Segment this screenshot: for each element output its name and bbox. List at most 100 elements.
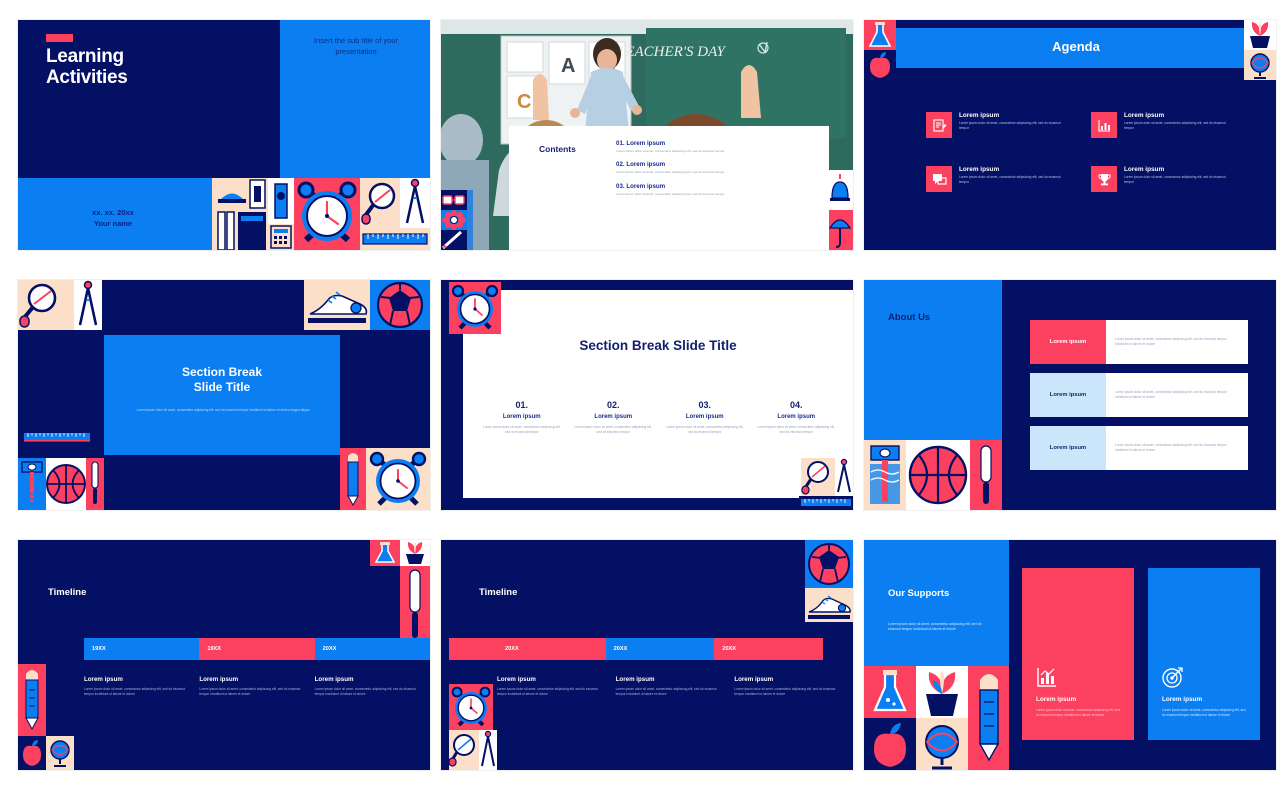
- column-label: Lorem ipsum: [502, 414, 541, 420]
- timeline-year[interactable]: 20XX: [314, 638, 430, 660]
- section-break-panel: [104, 335, 340, 455]
- timeline-column[interactable]: Lorem ipsum Lorem ipsum dolor sit amet, …: [315, 676, 430, 697]
- agenda-item-label: Lorem ipsum: [959, 112, 1000, 119]
- agenda-item-body: Lorem ipsum dolor sit amet, consectetur …: [959, 175, 1061, 184]
- compass-tile: [479, 730, 497, 770]
- svg-text:A: A: [561, 55, 575, 77]
- timeline-year[interactable]: 19XX: [199, 638, 315, 660]
- section-break-title: Section Break Slide Title: [181, 365, 263, 394]
- timeline-year[interactable]: 19XX: [84, 638, 200, 660]
- table-row[interactable]: Lorem ipsum Lorem ipsum dolor sit amet, …: [1030, 426, 1248, 470]
- plant-icon: [406, 542, 424, 564]
- compass-tile: [74, 280, 102, 330]
- umbrella-icon: [828, 219, 852, 248]
- bar-chart-icon: [1036, 666, 1058, 688]
- sharpener-tile: [268, 178, 294, 224]
- glasses-tile: [441, 190, 467, 210]
- column-number: 04.: [789, 400, 803, 410]
- ruler-strip: [22, 430, 92, 444]
- column-number: 03.: [698, 400, 711, 410]
- column-number: 02.: [606, 400, 620, 410]
- pencil-icon: [978, 674, 1000, 762]
- timeline-column-body: Lorem ipsum dolor sit amet, consectetur …: [615, 687, 717, 696]
- timeline-year[interactable]: 20XX: [449, 638, 606, 660]
- basketball-tile: [46, 458, 86, 510]
- table-row[interactable]: Lorem ipsum Lorem ipsum dolor sit amet, …: [1030, 320, 1248, 364]
- section-bottom-tiles: [18, 458, 104, 510]
- apple-icon: [23, 740, 41, 766]
- agenda-item[interactable]: Lorem ipsum Lorem ipsum dolor sit amet, …: [926, 166, 1061, 192]
- support-card-body: Lorem ipsum dolor sit amet, consectetur …: [1036, 708, 1120, 717]
- plant-icon: [926, 670, 958, 716]
- column-body: Lorem ipsum dolor sit amet, consectetur …: [482, 425, 561, 434]
- list-item[interactable]: 03. Lorem ipsum Lorem ipsum dolor sit am…: [616, 183, 812, 196]
- alarm-clock-tile: [449, 684, 493, 730]
- flower-icon: [442, 210, 466, 230]
- table-row[interactable]: Lorem ipsum Lorem ipsum dolor sit amet, …: [1030, 373, 1248, 417]
- agenda-item[interactable]: Lorem ipsum Lorem ipsum dolor sit amet, …: [926, 112, 1061, 138]
- calculator-tile: [268, 224, 294, 250]
- supports-title: Our Supports: [888, 588, 950, 599]
- plant-tile: [916, 666, 968, 718]
- about-row-body: Lorem ipsum dolor sit amet, consectetur …: [1115, 337, 1227, 346]
- section-column[interactable]: 01. Lorem ipsum Lorem ipsum dolor sit am…: [481, 400, 563, 435]
- section-column[interactable]: 03. Lorem ipsum Lorem ipsum dolor sit am…: [664, 400, 746, 435]
- contents-item-body: Lorem ipsum dolor sit amet, consectetur …: [616, 149, 725, 153]
- slide-4-section-break[interactable]: Section Break Slide Title Lorem ipsum do…: [18, 280, 430, 510]
- section-columns: 01. Lorem ipsum Lorem ipsum dolor sit am…: [481, 400, 837, 435]
- slide-8-timeline[interactable]: Timeline 20XX 20XX 20XX Lorem ipsum Lore…: [441, 540, 853, 770]
- compass-tile: [400, 178, 430, 228]
- contents-right-tiles: [827, 170, 853, 250]
- timeline-column-label: Lorem ipsum: [314, 676, 354, 683]
- timeline-column[interactable]: Lorem ipsum Lorem ipsum dolor sit amet, …: [84, 676, 199, 697]
- slide-2-contents[interactable]: A B C TEACHER'S DAY: [441, 20, 853, 250]
- magnifier-icon: [449, 734, 475, 767]
- magnifier-tile: [801, 458, 835, 496]
- flask-icon: [868, 22, 892, 47]
- slide-1-title[interactable]: Learning Activities Insert the sub title…: [18, 20, 430, 250]
- ruler-tile: [360, 228, 430, 250]
- apple-icon: [870, 52, 890, 78]
- timeline-column[interactable]: Lorem ipsum Lorem ipsum dolor sit amet, …: [497, 676, 616, 697]
- section-column[interactable]: 02. Lorem ipsum Lorem ipsum dolor sit am…: [573, 400, 655, 435]
- alarm-clock-icon: [451, 284, 499, 330]
- supports-tiles: [864, 666, 1009, 770]
- alarm-clock-icon: [297, 181, 357, 243]
- list-item[interactable]: 01. Lorem ipsum Lorem ipsum dolor sit am…: [616, 140, 812, 153]
- contents-item-label: 03. Lorem ipsum: [616, 182, 666, 190]
- title-accent-bar: [46, 34, 73, 42]
- agenda-item[interactable]: Lorem ipsum Lorem ipsum dolor sit amet, …: [1091, 166, 1226, 192]
- slide-6-about-us[interactable]: About Us Lorem ipsum Lorem ipsum dolor s…: [864, 280, 1276, 510]
- section-column[interactable]: 04. Lorem ipsum Lorem ipsum dolor sit am…: [756, 400, 838, 435]
- contents-item-label: 02. Lorem ipsum: [616, 161, 666, 169]
- pencil-icon: [347, 453, 359, 507]
- timeline-column-label: Lorem ipsum: [615, 676, 655, 683]
- slide-5-section-columns[interactable]: Section Break Slide Title 01. Lorem ipsu…: [441, 280, 853, 510]
- slide-3-agenda[interactable]: Agenda Lorem ipsum Lorem ipsum dolor sit…: [864, 20, 1276, 250]
- apple-tile: [864, 718, 916, 770]
- compass-icon: [837, 458, 851, 493]
- supports-cards: Lorem ipsum Lorem ipsum dolor sit amet, …: [1022, 568, 1260, 740]
- slide-7-timeline[interactable]: Timeline 19XX 19XX 20XX Lorem ipsum Lore…: [18, 540, 430, 770]
- support-card[interactable]: Lorem ipsum Lorem ipsum dolor sit amet, …: [1148, 568, 1260, 740]
- agenda-item-body: Lorem ipsum dolor sit amet, consectetur …: [1124, 175, 1226, 184]
- timeline-column[interactable]: Lorem ipsum Lorem ipsum dolor sit amet, …: [199, 676, 314, 697]
- thermometer-tile: [864, 440, 906, 510]
- about-row-tag: Lorem ipsum: [1030, 320, 1106, 364]
- contents-item-body: Lorem ipsum dolor sit amet, consectetur …: [616, 170, 725, 175]
- timeline-column[interactable]: Lorem ipsum Lorem ipsum dolor sit amet, …: [616, 676, 735, 697]
- agenda-item[interactable]: Lorem ipsum Lorem ipsum dolor sit amet, …: [1091, 112, 1226, 138]
- flask-icon: [374, 542, 396, 563]
- timeline-column[interactable]: Lorem ipsum Lorem ipsum dolor sit amet, …: [734, 676, 853, 697]
- timeline-year[interactable]: 20XX: [605, 638, 715, 660]
- slide-9-our-supports[interactable]: Our Supports Lorem ipsum dolor sit amet,…: [864, 540, 1276, 770]
- timeline-year[interactable]: 20XX: [714, 638, 824, 660]
- sneaker-tile: [805, 588, 853, 622]
- support-card[interactable]: Lorem ipsum Lorem ipsum dolor sit amet, …: [1022, 568, 1134, 740]
- list-item[interactable]: 02. Lorem ipsum Lorem ipsum dolor sit am…: [616, 161, 812, 174]
- soccer-ball-icon: [808, 543, 850, 585]
- timeline-year-bar: 20XX 20XX 20XX: [449, 638, 824, 660]
- thermometer-icon: [21, 461, 43, 502]
- compass-icon: [481, 730, 495, 767]
- magnifier-icon: [361, 182, 396, 225]
